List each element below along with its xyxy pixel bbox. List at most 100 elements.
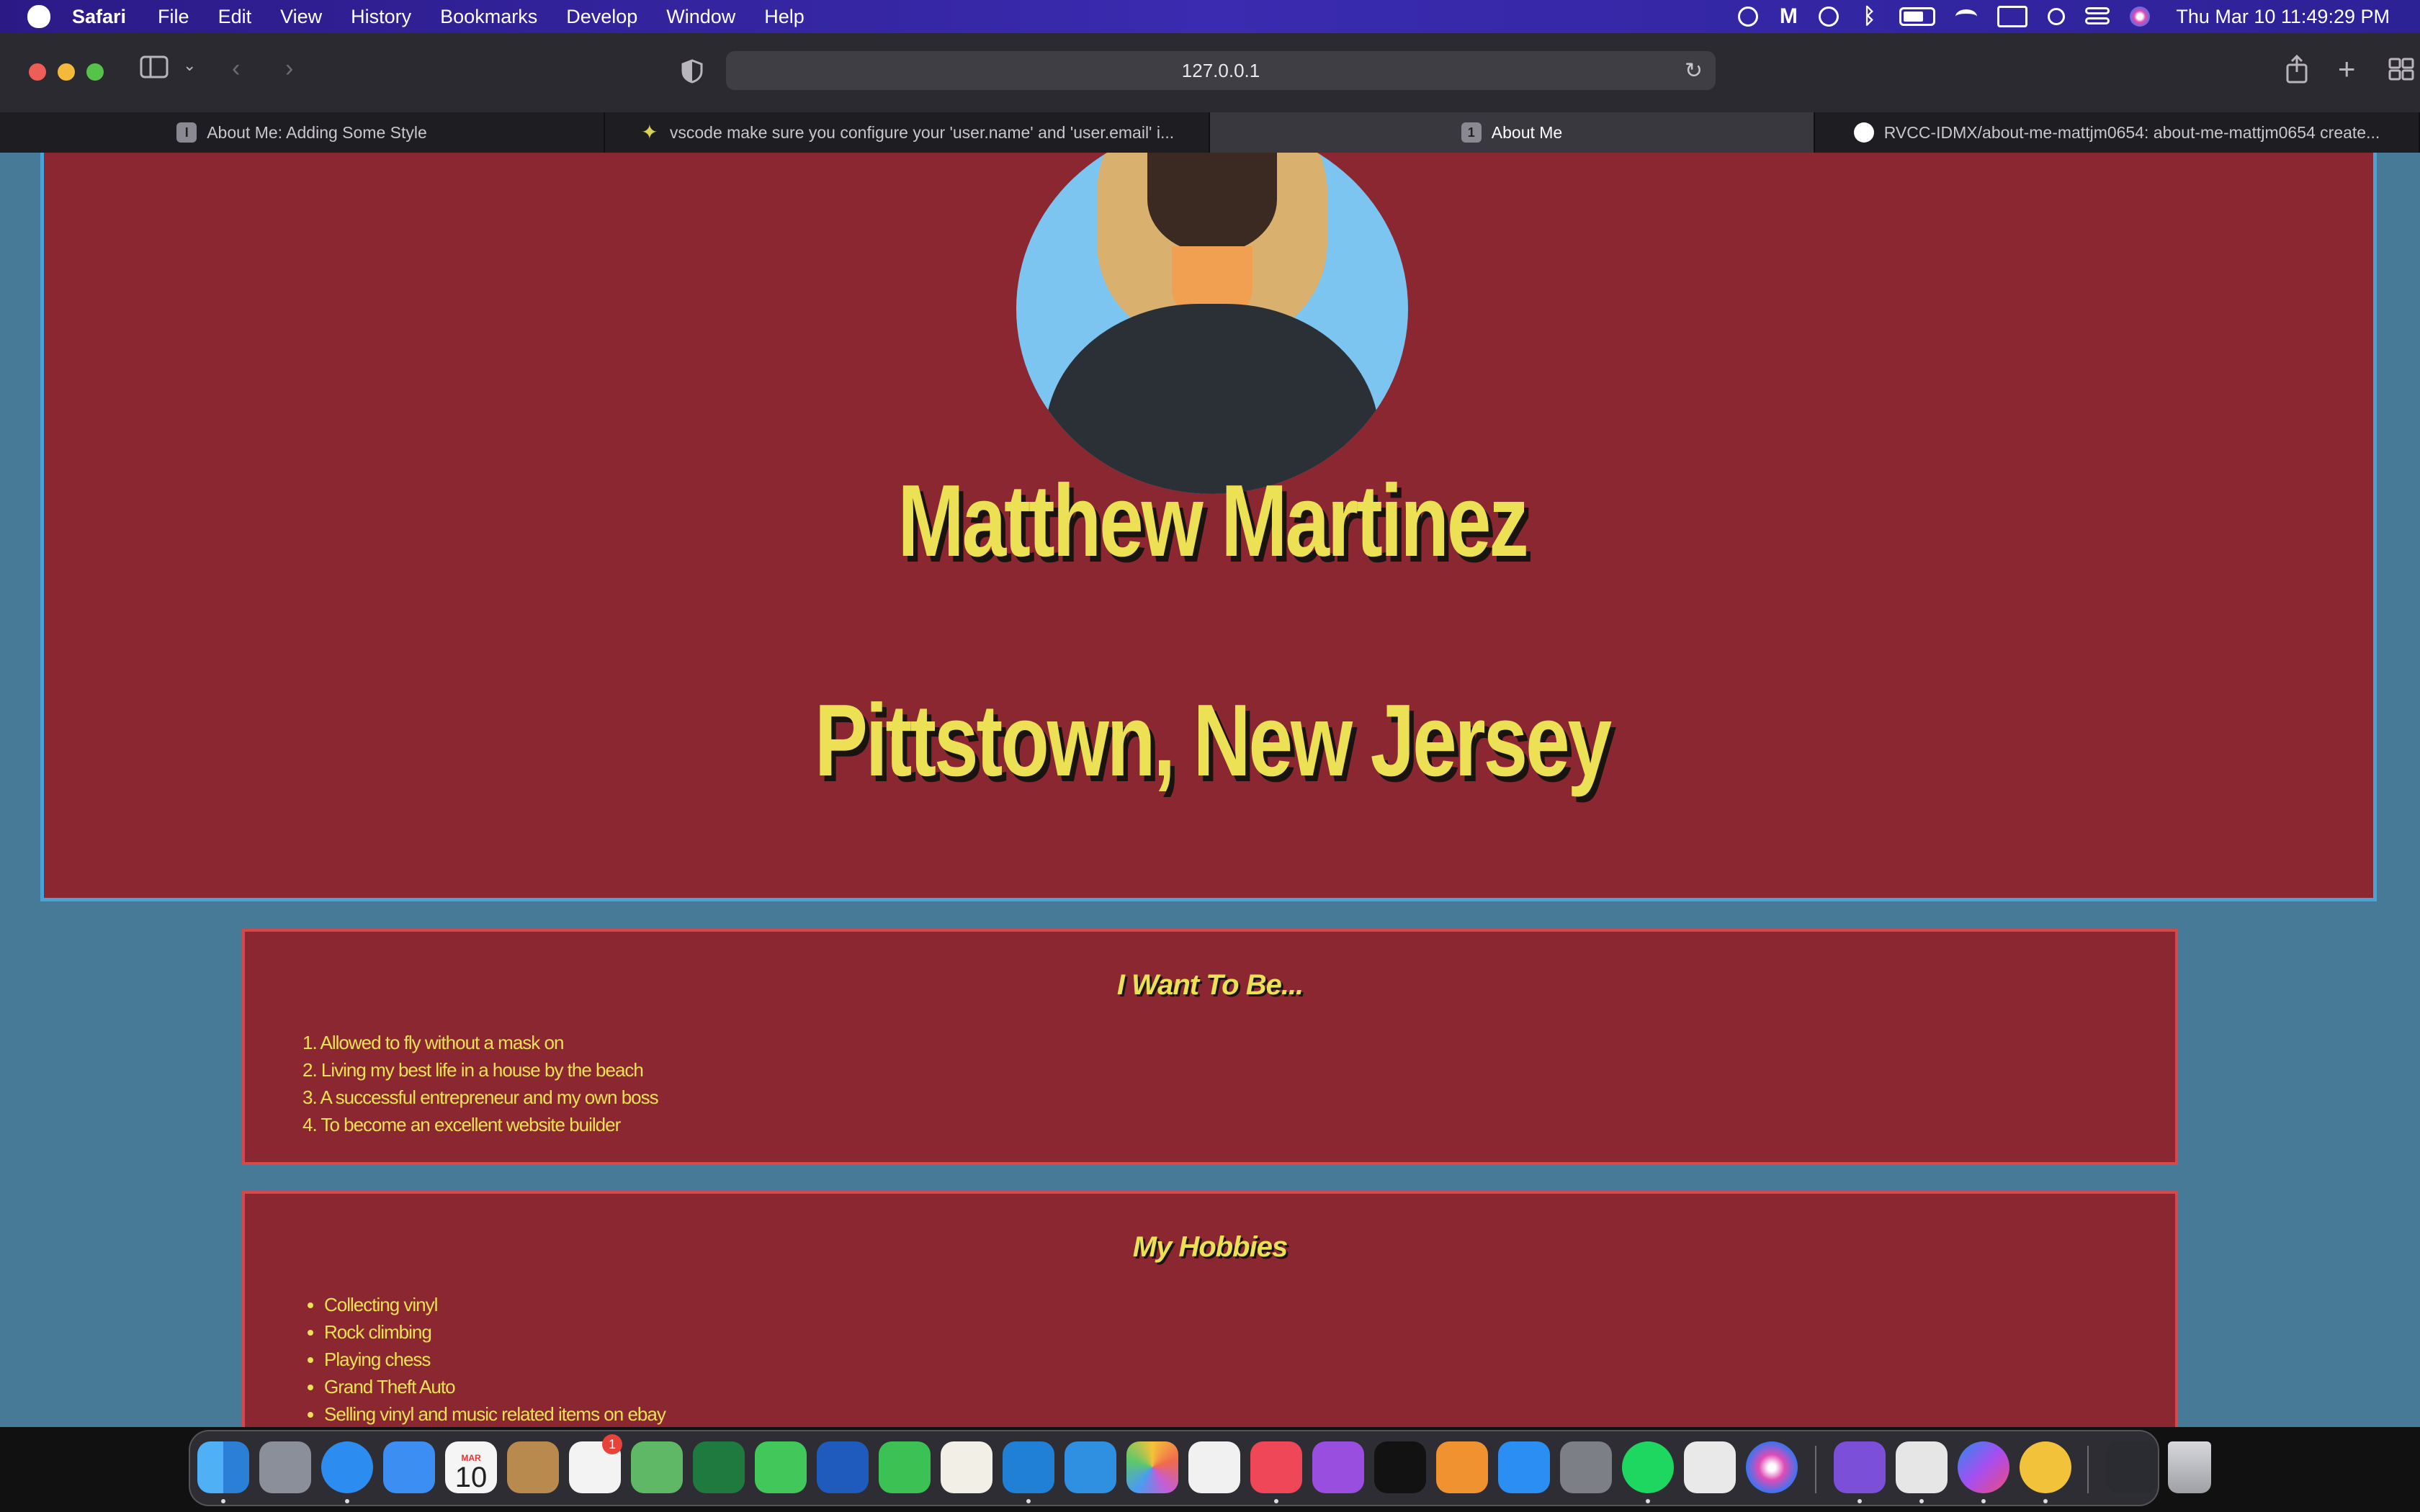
launchpad-icon[interactable]	[259, 1441, 311, 1493]
siri-icon[interactable]	[2130, 6, 2151, 27]
url-text[interactable]: 127.0.0.1	[1182, 60, 1260, 82]
mail-icon[interactable]	[383, 1441, 435, 1493]
contacts-icon[interactable]	[507, 1441, 559, 1493]
menu-view[interactable]: View	[280, 6, 322, 28]
tab-label: RVCC-IDMX/about-me-mattjm0654: about-me-…	[1883, 122, 2380, 142]
back-button[interactable]: ‹	[232, 55, 240, 83]
books-icon[interactable]	[1436, 1441, 1488, 1493]
wifi-icon[interactable]	[1955, 9, 1978, 24]
menu-history[interactable]: History	[351, 6, 411, 28]
photos-icon[interactable]	[1126, 1441, 1178, 1493]
reminders-badge: 1	[602, 1434, 622, 1454]
play-status-icon[interactable]	[1819, 6, 1839, 27]
excel-icon[interactable]	[693, 1441, 745, 1493]
sidebar-toggle-icon[interactable]	[140, 55, 169, 86]
menu-bookmarks[interactable]: Bookmarks	[440, 6, 537, 28]
app-store-icon[interactable]	[1498, 1441, 1550, 1493]
menu-window[interactable]: Window	[666, 6, 735, 28]
menu-help[interactable]: Help	[764, 6, 805, 28]
tab-about-me[interactable]: 1 About Me	[1210, 112, 1815, 153]
privacy-shield-icon[interactable]	[681, 59, 703, 90]
reload-icon[interactable]: ↻	[1685, 58, 1703, 84]
running-indicator	[1919, 1499, 1924, 1503]
siri-icon[interactable]	[1746, 1441, 1798, 1493]
tab-label: About Me: Adding Some Style	[207, 122, 427, 142]
norton-icon[interactable]	[2020, 1441, 2071, 1493]
printer-icon[interactable]	[1896, 1441, 1948, 1493]
profile-header: Matthew Martinez Pittstown, New Jersey	[40, 153, 2377, 901]
dock: MAR 10 1	[189, 1430, 2211, 1506]
zoom-window-button[interactable]	[86, 63, 104, 81]
bluetooth-icon[interactable]: ᛒ	[1859, 6, 1879, 27]
chevron-down-icon[interactable]: ⌄	[183, 56, 196, 75]
tab-favicon: 1	[1461, 122, 1482, 143]
github-desktop-icon[interactable]	[1834, 1441, 1886, 1493]
maps-icon[interactable]	[631, 1441, 683, 1493]
system-preferences-icon[interactable]	[1560, 1441, 1612, 1493]
tab-favicon: I	[176, 122, 197, 143]
textedit-icon[interactable]	[1684, 1441, 1736, 1493]
running-indicator	[1646, 1499, 1650, 1503]
word-icon[interactable]	[817, 1441, 869, 1493]
menu-edit[interactable]: Edit	[218, 6, 252, 28]
wand-icon: ✦	[641, 121, 658, 143]
browser-toolbar: ⌄ ‹ › 127.0.0.1 ↻ +	[0, 33, 2420, 112]
running-indicator	[1981, 1499, 1986, 1503]
list-item: 3. A successful entrepreneur and my own …	[302, 1086, 659, 1108]
apple-menu-icon[interactable]	[27, 5, 50, 28]
checkmark-status-icon[interactable]	[1738, 6, 1759, 27]
battery-icon[interactable]	[1899, 7, 1936, 26]
safari-icon[interactable]	[321, 1441, 373, 1493]
github-icon	[1853, 122, 1874, 143]
menu-develop[interactable]: Develop	[566, 6, 637, 28]
web-page[interactable]: Matthew Martinez Pittstown, New Jersey I…	[0, 153, 2420, 1427]
share-icon[interactable]	[2285, 54, 2309, 90]
messages-icon[interactable]	[755, 1441, 807, 1493]
vscode-icon[interactable]	[1003, 1441, 1054, 1493]
dock-separator	[1815, 1446, 1816, 1493]
keynote-icon[interactable]	[1065, 1441, 1116, 1493]
minimize-window-button[interactable]	[58, 63, 75, 81]
running-indicator	[345, 1499, 349, 1503]
list-item: Selling vinyl and music related items on…	[324, 1400, 2175, 1427]
list-item: 2. Living my best life in a house by the…	[302, 1059, 644, 1081]
news-icon[interactable]	[1188, 1441, 1240, 1493]
menu-app-name[interactable]: Safari	[72, 6, 126, 28]
malwarebytes-icon[interactable]: M	[1778, 6, 1798, 27]
calendar-icon[interactable]: MAR 10	[445, 1441, 497, 1493]
list-item: 4. To become an excellent website builde…	[302, 1114, 621, 1135]
calendar-day: 10	[454, 1462, 488, 1493]
tab-about-me-adding-style[interactable]: I About Me: Adding Some Style	[0, 112, 605, 153]
facetime-icon[interactable]	[879, 1441, 931, 1493]
running-indicator	[221, 1499, 225, 1503]
trash-icon[interactable]	[2168, 1441, 2211, 1493]
keyboard-input-icon[interactable]	[1997, 6, 2028, 27]
spotify-icon[interactable]	[1622, 1441, 1674, 1493]
menu-clock[interactable]: Thu Mar 10 11:49:29 PM	[2176, 6, 2390, 28]
tab-github-repo[interactable]: RVCC-IDMX/about-me-mattjm0654: about-me-…	[1815, 112, 2420, 153]
podcasts-icon[interactable]	[1312, 1441, 1364, 1493]
finder-icon[interactable]	[197, 1441, 249, 1493]
avatar	[1016, 153, 1408, 494]
apple-tv-icon[interactable]	[1374, 1441, 1426, 1493]
new-tab-icon[interactable]: +	[2338, 52, 2356, 86]
list-item: Collecting vinyl	[324, 1291, 2175, 1318]
running-indicator	[1026, 1499, 1031, 1503]
profile-name: Matthew Martinez	[897, 464, 1528, 578]
list-item: 1. Allowed to fly without a mask on	[302, 1032, 564, 1053]
address-bar[interactable]: 127.0.0.1 ↻	[726, 51, 1716, 90]
messenger-icon[interactable]	[1958, 1441, 2009, 1493]
minimized-window-thumbnail[interactable]	[2106, 1441, 2158, 1493]
tab-label: About Me	[1491, 122, 1563, 142]
tab-vscode-question[interactable]: ✦ vscode make sure you configure your 'u…	[605, 112, 1210, 153]
music-icon[interactable]	[1250, 1441, 1302, 1493]
menu-file[interactable]: File	[158, 6, 189, 28]
tab-overview-icon[interactable]	[2388, 58, 2414, 87]
close-window-button[interactable]	[29, 63, 46, 81]
dock-separator	[2087, 1446, 2089, 1493]
control-center-icon[interactable]	[2085, 7, 2110, 26]
pages-icon[interactable]	[941, 1441, 992, 1493]
forward-button[interactable]: ›	[285, 55, 293, 83]
want-to-be-list: 1. Allowed to fly without a mask on 2. L…	[302, 1029, 2175, 1138]
spotlight-search-icon[interactable]	[2048, 8, 2066, 25]
